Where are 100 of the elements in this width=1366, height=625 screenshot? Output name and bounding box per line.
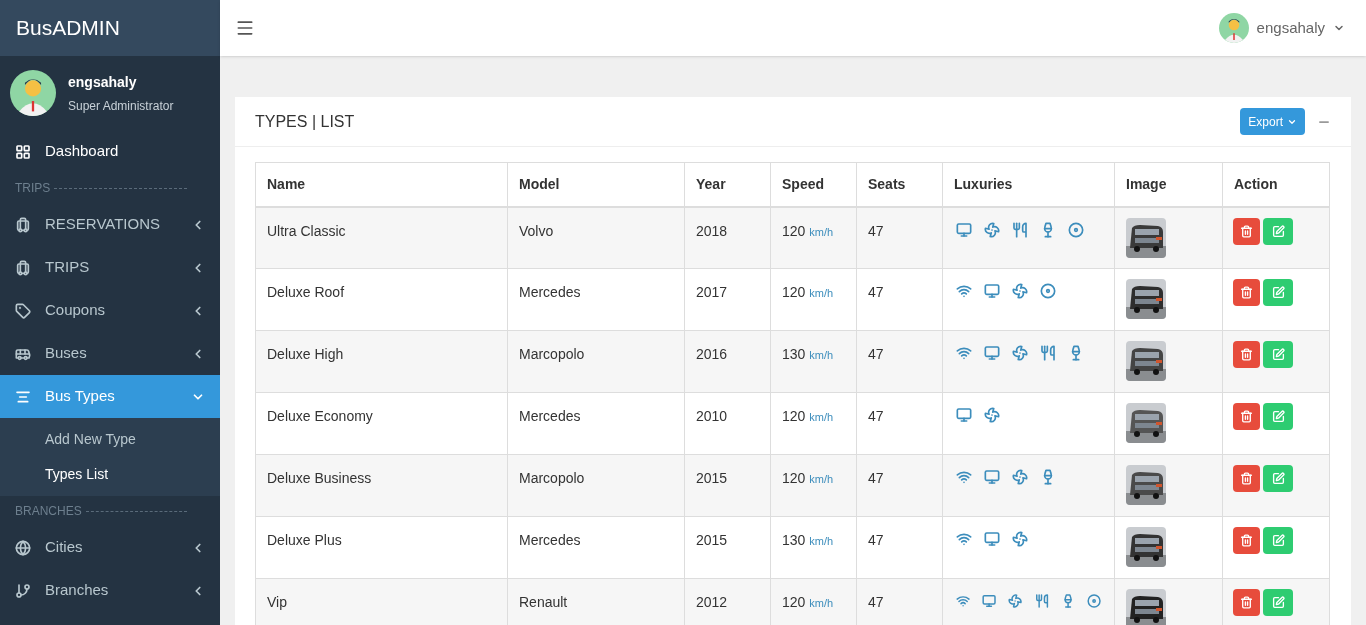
column-header: Name: [255, 162, 508, 207]
utensils-icon: [1034, 593, 1049, 609]
edit-button[interactable]: [1263, 279, 1293, 306]
user-role: Super Administrator: [68, 97, 174, 115]
fan-icon: [984, 407, 1000, 423]
table-cell: 2018: [684, 206, 771, 269]
branch-icon: [15, 582, 31, 599]
table-cell: 47: [856, 206, 943, 269]
table-cell: Deluxe Business: [255, 454, 508, 517]
utensils-icon: [1012, 221, 1028, 238]
table-cell: Marcopolo: [507, 454, 685, 517]
table-cell: 2016: [684, 330, 771, 393]
monitor-icon: [956, 221, 972, 238]
user-name: engsahaly: [68, 72, 138, 92]
sidebar-item[interactable]: RESERVATIONS: [0, 203, 220, 246]
submenu-item[interactable]: Add New Type: [0, 422, 220, 457]
speed-unit: km/h: [809, 225, 834, 238]
table-cell: Deluxe Economy: [255, 392, 508, 455]
edit-icon: [1271, 534, 1285, 547]
submenu-item[interactable]: Types List: [0, 457, 220, 492]
sidebar-item[interactable]: Branches: [0, 569, 220, 612]
speed-value: 130: [782, 532, 806, 548]
edit-icon: [1271, 224, 1285, 238]
avatar: [10, 70, 56, 116]
speed-value: 120: [782, 408, 806, 424]
sidebar-item[interactable]: Cities: [0, 526, 220, 569]
section-heading: BRANCHES: [15, 503, 82, 520]
table-cell: 47: [856, 268, 943, 331]
edit-button[interactable]: [1263, 527, 1293, 554]
column-header: Seats: [856, 162, 943, 207]
table-cell: Marcopolo: [507, 330, 685, 393]
grid-icon: [15, 143, 31, 160]
edit-button[interactable]: [1263, 403, 1293, 430]
delete-button[interactable]: [1233, 527, 1260, 554]
luggage-icon: [15, 216, 31, 233]
luggage-icon: [15, 259, 31, 276]
wifi-icon: [956, 593, 971, 609]
edit-button[interactable]: [1263, 217, 1293, 245]
wifi-icon: [956, 283, 972, 299]
edit-icon: [1271, 472, 1285, 485]
delete-button[interactable]: [1233, 403, 1260, 430]
column-header: Image: [1114, 162, 1223, 207]
table-cell: Deluxe Roof: [255, 268, 508, 331]
table-cell: Mercedes: [507, 392, 685, 455]
speed-unit: km/h: [809, 473, 834, 485]
avatar: [1218, 13, 1249, 43]
menu-icon[interactable]: [235, 18, 255, 38]
sidebar-item[interactable]: Dashboard: [0, 130, 220, 173]
trash-icon: [1240, 348, 1253, 361]
table-cell: Mercedes: [507, 268, 685, 331]
monitor-icon: [982, 593, 997, 609]
speed-unit: km/h: [809, 287, 834, 299]
utensils-icon: [1040, 345, 1056, 361]
edit-icon: [1271, 596, 1285, 609]
monitor-icon: [984, 283, 1000, 299]
speed-value: 130: [782, 346, 806, 362]
monitor-icon: [956, 407, 972, 423]
edit-button[interactable]: [1263, 341, 1293, 368]
section-heading: TRIPS: [15, 180, 51, 197]
fan-icon: [1012, 283, 1028, 299]
table-cell: Ultra Classic: [255, 206, 508, 269]
wifi-icon: [956, 345, 972, 361]
speed-unit: km/h: [809, 349, 834, 361]
column-header: Speed: [770, 162, 857, 207]
sidebar-item[interactable]: Coupons: [0, 289, 220, 332]
delete-button[interactable]: [1233, 465, 1260, 492]
speed-value: 120: [782, 594, 806, 610]
fan-icon: [1008, 593, 1023, 609]
table-cell: 2017: [684, 268, 771, 331]
speed-value: 120: [782, 284, 806, 300]
globe-icon: [15, 539, 31, 556]
edit-icon: [1271, 348, 1285, 361]
sidebar-item[interactable]: Buses: [0, 332, 220, 375]
trash-icon: [1240, 472, 1253, 485]
sidebar-item[interactable]: TRIPS: [0, 246, 220, 289]
disc-icon: [1040, 283, 1056, 299]
delete-button[interactable]: [1233, 279, 1260, 306]
edit-button[interactable]: [1263, 465, 1293, 492]
delete-button[interactable]: [1233, 217, 1260, 245]
table-cell: 2015: [684, 454, 771, 517]
edit-icon: [1271, 286, 1285, 299]
speed-unit: km/h: [809, 535, 834, 547]
monitor-icon: [984, 469, 1000, 485]
column-header: Year: [684, 162, 771, 207]
speed-unit: km/h: [809, 597, 834, 609]
table-cell: Mercedes: [507, 516, 685, 579]
fan-icon: [1012, 531, 1028, 547]
table-cell: Deluxe High: [255, 330, 508, 393]
edit-button[interactable]: [1263, 589, 1293, 616]
table-cell: 2015: [684, 516, 771, 579]
column-header: Model: [507, 162, 685, 207]
user-menu[interactable]: engsahaly: [1218, 13, 1345, 43]
delete-button[interactable]: [1233, 589, 1260, 616]
table-cell: 2010: [684, 392, 771, 455]
trash-icon: [1240, 534, 1253, 547]
wifi-icon: [956, 531, 972, 547]
monitor-icon: [984, 345, 1000, 361]
delete-button[interactable]: [1233, 341, 1260, 368]
tag-icon: [15, 302, 31, 319]
column-header: Action: [1222, 162, 1330, 207]
